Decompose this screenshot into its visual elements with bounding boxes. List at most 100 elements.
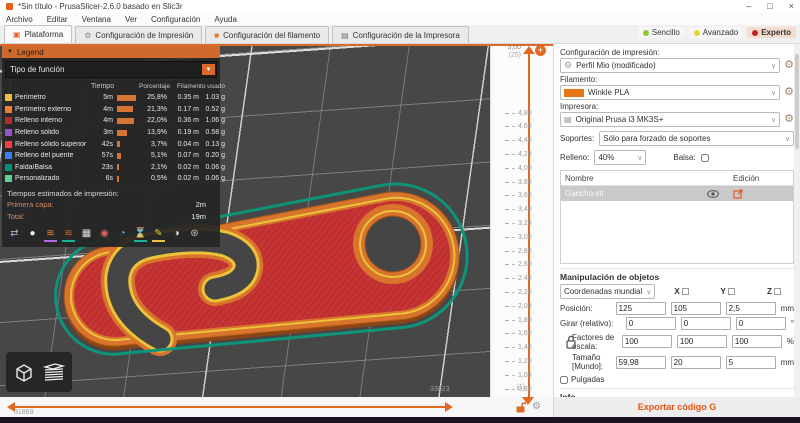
menu-ver[interactable]: Ver xyxy=(125,15,137,24)
view-type-dropdown[interactable]: Tipo de función ▼ xyxy=(5,61,217,78)
export-bar: Exportar código G xyxy=(553,397,800,417)
slider-top-arrow[interactable] xyxy=(523,46,535,54)
tab-plater[interactable]: ▣ Plataforma xyxy=(4,25,72,43)
3d-editor-view-icon[interactable] xyxy=(13,361,35,383)
maximize-button[interactable]: □ xyxy=(767,0,772,13)
coordinates-value: Coordenadas mundial xyxy=(564,287,642,296)
edit-object-icon[interactable] xyxy=(733,189,793,199)
size-y-input[interactable] xyxy=(671,356,721,369)
gear-icon: ⚙ xyxy=(564,60,572,71)
eye-icon[interactable] xyxy=(693,190,733,198)
sidebar-scrollbar[interactable] xyxy=(794,44,800,397)
tab-filament-settings[interactable]: ■ Configuración del filamento xyxy=(205,26,329,43)
menu-ventana[interactable]: Ventana xyxy=(82,15,111,24)
tick-mark xyxy=(505,154,509,155)
minimize-button[interactable]: – xyxy=(746,0,751,13)
add-color-change-button[interactable]: + xyxy=(535,45,546,56)
tick-mark xyxy=(505,182,509,183)
scale-x-input[interactable] xyxy=(622,335,672,348)
pause-prints-icon[interactable]: ◔ xyxy=(116,227,129,242)
col-filament: Filamento usado xyxy=(167,83,225,90)
travel-icon[interactable]: ⇄ xyxy=(8,227,21,242)
object-row-gancho[interactable]: Gancho.stl xyxy=(561,186,793,201)
mode-advanced[interactable]: Avanzado xyxy=(689,27,743,38)
printer-icon: ▤ xyxy=(341,31,349,40)
rotate-x-input[interactable] xyxy=(626,317,676,330)
legend-row[interactable]: Relleno sólido superior42s3,7%0.04 m0.13… xyxy=(2,138,220,150)
seams-icon[interactable]: ≋ xyxy=(62,227,75,242)
legend-row[interactable]: Falda/Balsa23s2,1%0.02 m0.06 g xyxy=(2,162,220,174)
feature-percent: 22,0% xyxy=(139,117,167,124)
legend-row[interactable]: Perímetro externo4m21,3%0.17 m0.52 g xyxy=(2,104,220,116)
edit-filament-button[interactable]: ⚙ xyxy=(784,87,794,98)
infill-dropdown[interactable]: 40% ∨ xyxy=(594,150,646,165)
dropdown-arrow-icon: ▼ xyxy=(202,64,215,75)
edit-printer-button[interactable]: ⚙ xyxy=(784,114,794,125)
feature-percent-bar xyxy=(113,164,139,170)
rotate-z-input[interactable] xyxy=(736,317,786,330)
retractions-icon[interactable]: ● xyxy=(26,227,39,242)
tick-mark xyxy=(512,126,515,127)
feature-percent-bar xyxy=(113,130,139,136)
tool-changes-icon[interactable]: ▦ xyxy=(80,227,93,242)
feature-name: Personalizado xyxy=(15,175,91,182)
tick-mark xyxy=(505,126,509,127)
position-y-input[interactable] xyxy=(671,302,721,315)
deretractions-icon[interactable]: ≋ xyxy=(44,227,57,242)
size-label: Tamaño [Mundo]: xyxy=(560,353,616,371)
object-name: Gancho.stl xyxy=(561,189,693,198)
tick-mark xyxy=(512,264,515,265)
tick-mark xyxy=(505,333,509,334)
menu-archivo[interactable]: Archivo xyxy=(6,15,33,24)
hslider-right-arrow[interactable] xyxy=(445,402,453,412)
pencil-icon[interactable]: ✎ xyxy=(152,227,165,242)
tool-marker-icon[interactable]: ⊛ xyxy=(188,227,201,242)
tick-mark xyxy=(505,264,509,265)
export-gcode-button[interactable]: Exportar código G xyxy=(638,402,717,412)
close-button[interactable]: × xyxy=(789,0,794,13)
menu-configuración[interactable]: Configuración xyxy=(151,15,200,24)
raft-checkbox[interactable] xyxy=(701,154,709,162)
move-slider[interactable] xyxy=(14,406,446,408)
tab-print-settings[interactable]: ⚙ Configuración de Impresión xyxy=(75,26,202,43)
menu-editar[interactable]: Editar xyxy=(47,15,68,24)
feature-percent: 25,8% xyxy=(139,94,167,101)
mode-expert[interactable]: Experto xyxy=(747,27,796,38)
custom-gcodes-icon[interactable]: ⌛ xyxy=(134,227,147,242)
slider-settings-gear-icon[interactable]: ⚙ xyxy=(532,401,541,412)
dropdown-arrow-icon: ∨ xyxy=(637,154,642,162)
printer-dropdown[interactable]: ▤ Original Prusa i3 MK3S+ ∨ xyxy=(560,112,780,127)
position-z-input[interactable] xyxy=(726,302,776,315)
filament-dropdown[interactable]: Winkle PLA ∨ xyxy=(560,85,780,100)
inches-checkbox[interactable] xyxy=(560,376,568,384)
size-z-input[interactable] xyxy=(726,356,776,369)
shells-icon[interactable]: ◑ xyxy=(170,227,183,242)
legend-row[interactable]: Personalizado6s0,5%0.02 m0.06 g xyxy=(2,173,220,185)
legend-row[interactable]: Relleno del puente57s5,1%0.07 m0.20 g xyxy=(2,150,220,162)
menu-ayuda[interactable]: Ayuda xyxy=(214,15,237,24)
unlocked-padlock-icon[interactable] xyxy=(515,401,526,413)
supports-dropdown[interactable]: Sólo para forzado de soportes ∨ xyxy=(599,131,794,146)
rotate-y-input[interactable] xyxy=(681,317,731,330)
legend-header[interactable]: ▼ Legend xyxy=(2,46,220,58)
legend-row[interactable]: Perímetro5m25,8%0.35 m1.03 g xyxy=(2,92,220,104)
color-changes-icon[interactable]: ◉ xyxy=(98,227,111,242)
scale-y-input[interactable] xyxy=(677,335,727,348)
mode-simple[interactable]: Sencillo xyxy=(638,27,685,38)
print-settings-dropdown[interactable]: ⚙ Perfil Mio (modificado) ∨ xyxy=(560,58,780,73)
size-x-input[interactable] xyxy=(616,356,666,369)
legend-row[interactable]: Relleno sólido3m13,9%0.19 m0.58 g xyxy=(2,127,220,139)
uniform-scale-lock-icon[interactable] xyxy=(566,332,576,354)
layers-preview-icon[interactable] xyxy=(42,361,66,383)
collapse-arrow-icon: ▼ xyxy=(7,49,13,55)
tab-printer-settings[interactable]: ▤ Configuración de la Impresora xyxy=(332,26,469,43)
edit-print-settings-button[interactable]: ⚙ xyxy=(784,60,794,71)
settings-sidebar: Configuración de impresión: ⚙ Perfil Mio… xyxy=(553,44,800,397)
scrollbar-thumb[interactable] xyxy=(795,54,799,149)
feature-meters: 0.04 m xyxy=(167,141,199,148)
coordinates-dropdown[interactable]: Coordenadas mundial ∨ xyxy=(560,284,655,299)
scale-z-input[interactable] xyxy=(732,335,782,348)
legend-row[interactable]: Relleno interno4m22,0%0.36 m1.06 g xyxy=(2,115,220,127)
dropdown-arrow-icon: ∨ xyxy=(646,288,651,296)
position-x-input[interactable] xyxy=(616,302,666,315)
